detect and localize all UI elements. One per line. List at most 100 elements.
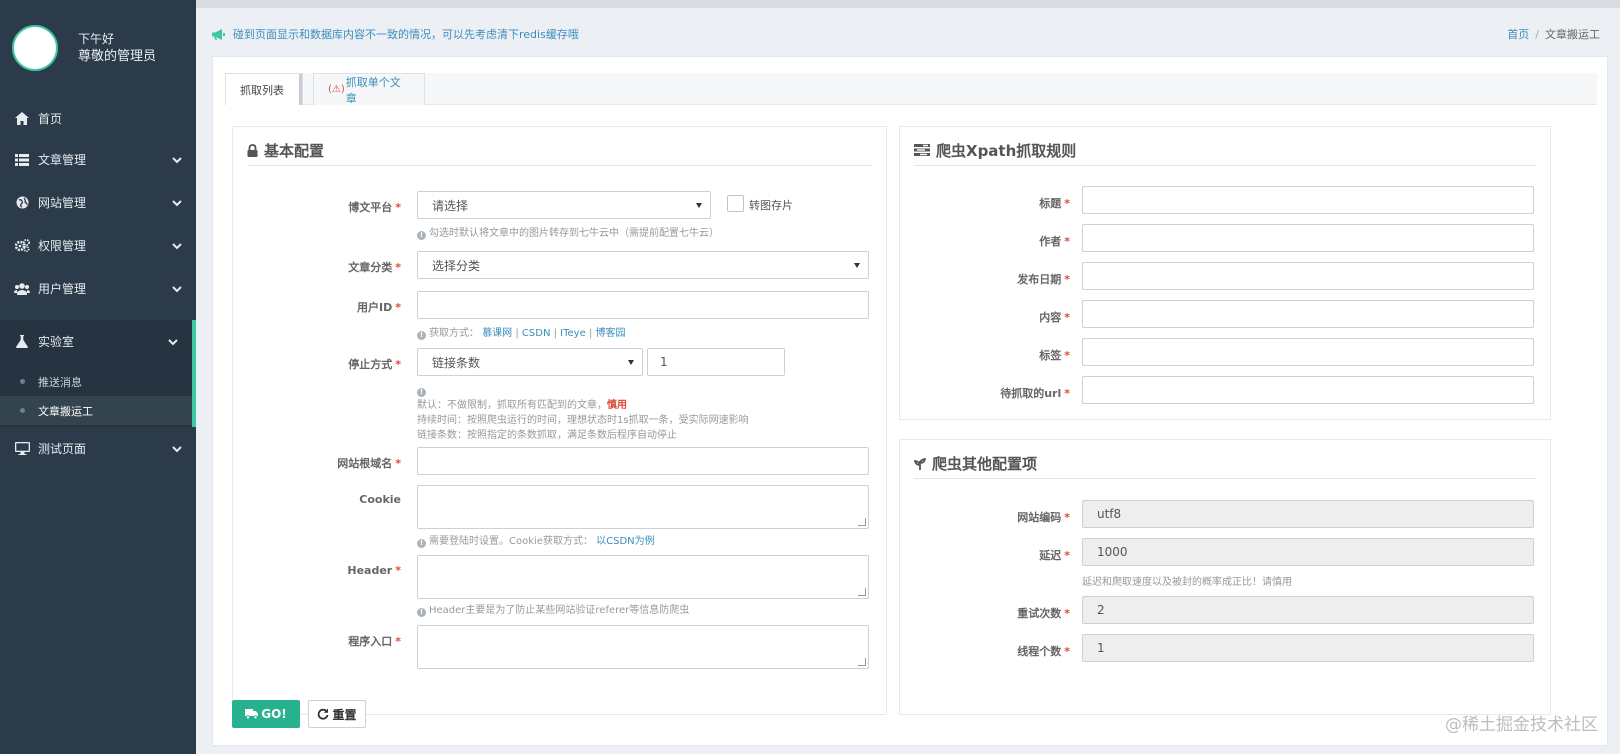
box-title-text: 爬虫Xpath抓取规则	[936, 141, 1077, 160]
sidebar: 下午好 尊敬的管理员 首页 文章管理 网站管理 权限管理 用户管理 实验室 推送…	[0, 0, 196, 754]
link-csdn[interactable]: CSDN	[522, 328, 551, 339]
sidebar-item-label: 网站管理	[38, 196, 87, 210]
sidebar-item-test-pages[interactable]: 测试页面	[0, 427, 196, 470]
label-text: 标签	[1039, 349, 1062, 362]
sidebar-item-lab[interactable]: 实验室	[0, 320, 196, 363]
link-iteye[interactable]: ITeye	[560, 328, 586, 339]
basic-config-title: 基本配置	[247, 139, 324, 161]
cookie-csdn-example-link[interactable]: 以CSDN为例	[596, 536, 655, 547]
xpath-title-label: 标题 *	[960, 195, 1070, 211]
label-text: 网站根域名	[337, 457, 393, 470]
tab-label: 抓取单个文章	[345, 75, 401, 105]
entry-textarea[interactable]	[417, 625, 869, 669]
xpath-url-input[interactable]	[1082, 376, 1534, 404]
required-mark: *	[1064, 311, 1070, 324]
sidebar-item-home[interactable]: 首页	[0, 98, 196, 138]
chevron-down-icon	[172, 196, 182, 210]
xpath-title-input[interactable]	[1082, 186, 1534, 214]
divider	[247, 165, 872, 166]
stop-mode-help: ! 默认：不做限制，抓取所有匹配到的文章，慎用 持续时间：按照爬虫运行的时间，理…	[417, 383, 749, 443]
xpath-date-label: 发布日期 *	[960, 271, 1070, 287]
xpath-content-input[interactable]	[1082, 300, 1534, 328]
label-text: 发布日期	[1017, 273, 1062, 286]
sidebar-item-users[interactable]: 用户管理	[0, 267, 196, 310]
xpath-date-input[interactable]	[1082, 262, 1534, 290]
user-panel: 下午好 尊敬的管理员	[0, 0, 196, 96]
retry-input[interactable]: 2	[1082, 596, 1534, 624]
stop-mode-select[interactable]: 链接条数	[417, 348, 643, 376]
avatar[interactable]	[12, 25, 58, 71]
input-value: 1	[1097, 641, 1105, 655]
required-mark: *	[1064, 549, 1070, 562]
userid-input[interactable]	[417, 291, 869, 319]
userid-help: ! 获取方式： 慕课网 | CSDN | ITeye | 博客园	[417, 326, 626, 341]
convert-images-label: 转图存片	[749, 199, 793, 212]
chevron-down-icon	[172, 442, 182, 456]
sidebar-item-articles[interactable]: 文章管理	[0, 138, 196, 181]
button-label: 重置	[332, 707, 357, 722]
platform-label: 博文平台 *	[293, 199, 401, 215]
main-panel: 抓取列表 (⚠) 抓取单个文章 基本配置 博文平台 * 请选择 转图存片 ! 勾选时默…	[212, 56, 1608, 746]
stop-help-default: 默认：不做限制，抓取所有匹配到的文章，慎用	[417, 398, 749, 413]
stop-mode-label: 停止方式 *	[293, 356, 401, 372]
domain-input[interactable]	[417, 447, 869, 475]
help-text: 勾选时默认将文章中的图片转存到七牛云中（需提前配置七牛云）	[429, 228, 719, 239]
xpath-author-input[interactable]	[1082, 224, 1534, 252]
required-mark: *	[395, 201, 401, 214]
sidebar-item-label: 文章管理	[38, 153, 87, 167]
tab-crawl-single[interactable]: (⚠) 抓取单个文章	[313, 73, 425, 105]
tab-crawl-list[interactable]: 抓取列表	[225, 73, 303, 105]
breadcrumb-home-link[interactable]: 首页	[1507, 28, 1529, 41]
delay-input[interactable]: 1000	[1082, 538, 1534, 566]
help-text: 默认：不做限制，抓取所有匹配到的文章，	[417, 400, 607, 411]
label-text: 重试次数	[1017, 607, 1062, 620]
box-title-text: 爬虫其他配置项	[932, 454, 1038, 473]
label-text: 用户ID	[357, 301, 393, 314]
link-cnblogs[interactable]: 博客园	[596, 328, 626, 339]
label-text: 待抓取的url	[1000, 387, 1062, 400]
reset-button[interactable]: 重置	[308, 700, 366, 728]
input-value: 1	[660, 355, 668, 369]
required-mark: *	[1064, 235, 1070, 248]
breadcrumb: 首页 / 文章搬运工	[1507, 26, 1600, 42]
info-icon: !	[417, 331, 426, 340]
convert-images-checkbox[interactable]	[727, 195, 744, 212]
user-greeting: 下午好	[78, 32, 115, 46]
sidebar-item-permissions[interactable]: 权限管理	[0, 224, 196, 267]
lab-submenu: 推送消息 文章搬运工	[0, 363, 196, 427]
caret-down-icon	[854, 263, 860, 268]
sidebar-item-sites[interactable]: 网站管理	[0, 181, 196, 224]
box-title-text: 基本配置	[264, 141, 325, 160]
xpath-tags-label: 标签 *	[960, 347, 1070, 363]
tasks-icon	[914, 144, 930, 156]
help-text: 获取方式：	[429, 328, 479, 339]
help-text: 需要登陆时设置。Cookie获取方式：	[429, 536, 593, 547]
input-value: utf8	[1097, 507, 1122, 521]
breadcrumb-separator: /	[1535, 28, 1539, 41]
sidebar-subitem-article-mover[interactable]: 文章搬运工	[0, 396, 192, 425]
xpath-tags-input[interactable]	[1082, 338, 1534, 366]
label-text: Header	[347, 564, 393, 577]
delay-help: 延迟和爬取速度以及被封的概率成正比！请慎用	[1082, 577, 1292, 588]
encoding-input[interactable]: utf8	[1082, 500, 1534, 528]
category-select[interactable]: 选择分类	[417, 251, 869, 279]
breadcrumb-current: 文章搬运工	[1545, 28, 1600, 41]
platform-select[interactable]: 请选择	[417, 191, 711, 219]
header-textarea[interactable]	[417, 555, 869, 599]
required-mark: *	[395, 301, 401, 314]
label-text: 作者	[1039, 235, 1062, 248]
go-button[interactable]: GO!	[232, 700, 300, 728]
leaf-icon	[914, 457, 926, 470]
required-mark: *	[395, 635, 401, 648]
sidebar-subitem-push-messages[interactable]: 推送消息	[0, 367, 192, 396]
required-mark: *	[1064, 645, 1070, 658]
xpath-rules-box: 爬虫Xpath抓取规则 标题 * 作者 * 发布日期 * 内容 * 标签 * 待抓取的ur…	[899, 126, 1551, 420]
other-config-title: 爬虫其他配置项	[914, 452, 1037, 474]
desktop-icon	[14, 441, 30, 457]
thread-input[interactable]: 1	[1082, 634, 1534, 662]
stop-count-input[interactable]: 1	[647, 348, 785, 376]
header-help: ! Header主要是为了防止某些网站验证referer等信息防爬虫	[417, 603, 689, 618]
link-imooc[interactable]: 慕课网	[482, 328, 512, 339]
delay-label: 延迟 *	[960, 547, 1070, 563]
cookie-textarea[interactable]	[417, 485, 869, 529]
